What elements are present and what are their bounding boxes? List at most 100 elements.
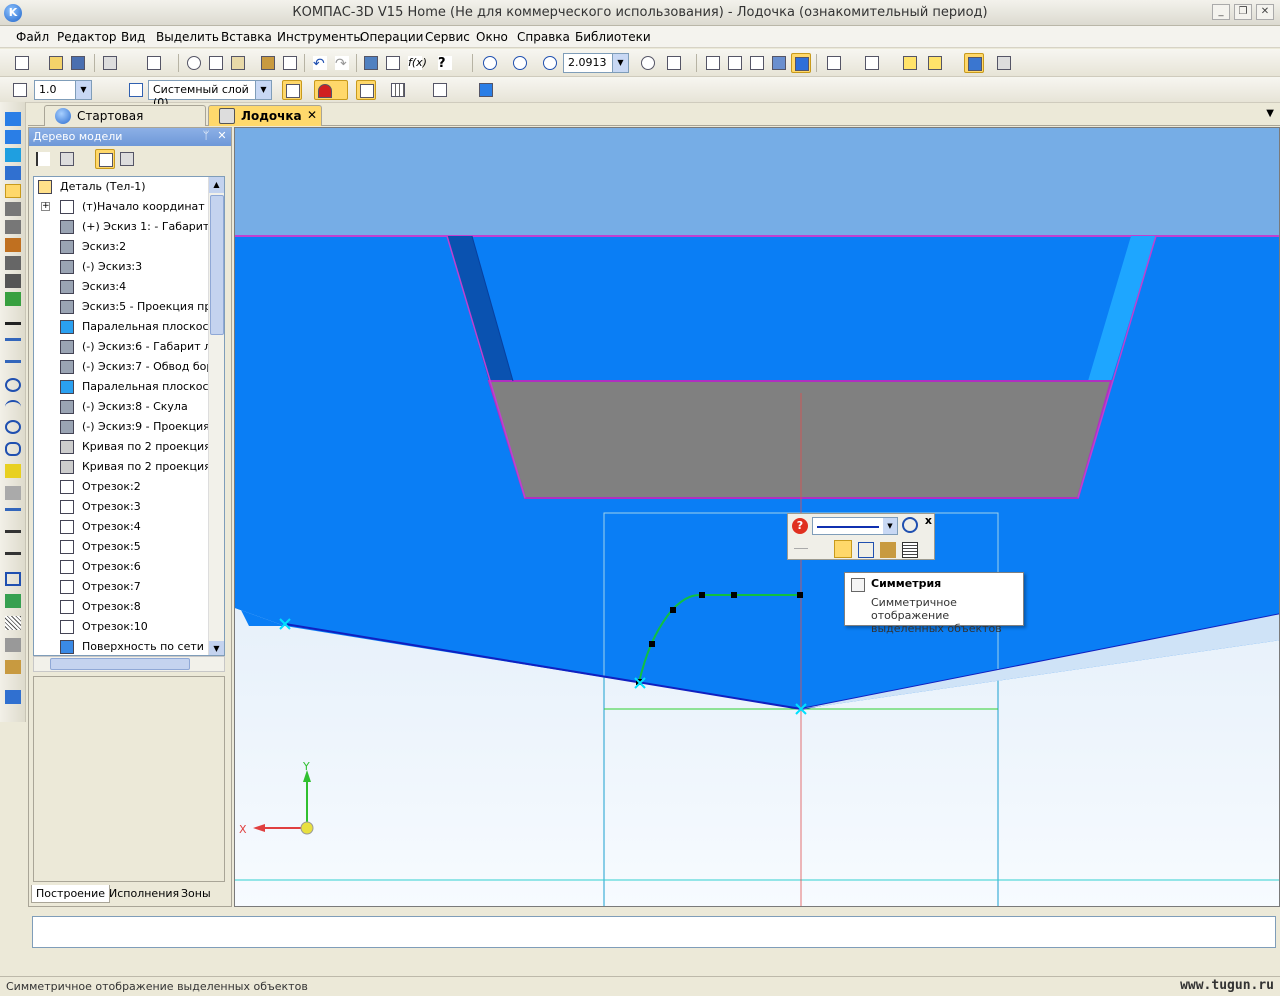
ortho-button[interactable] (356, 80, 376, 100)
zoom-all-button[interactable] (480, 53, 500, 73)
tab-start-page[interactable]: Стартовая страница (44, 105, 206, 137)
properties-brush-button[interactable] (258, 53, 278, 73)
new-file-button[interactable] (12, 53, 32, 73)
brush-icon[interactable] (880, 542, 896, 558)
paste-button[interactable] (228, 53, 248, 73)
view-cube-button[interactable] (476, 80, 496, 100)
close-tab-icon[interactable]: ✕ (307, 108, 317, 122)
tab-zones[interactable]: Зоны (177, 885, 215, 903)
close-icon[interactable]: x (925, 514, 932, 527)
spline-icon[interactable] (5, 442, 21, 456)
model-viewport[interactable]: X Y (234, 127, 1280, 907)
undo-button[interactable]: ↶ (310, 53, 330, 73)
filter-button[interactable] (824, 53, 844, 73)
measure-icon[interactable] (5, 220, 21, 234)
ellipse-icon[interactable] (5, 420, 21, 434)
manager-button[interactable] (361, 53, 381, 73)
options-button[interactable] (994, 53, 1014, 73)
layers-icon[interactable] (126, 80, 146, 100)
tree-list-icon[interactable] (117, 149, 137, 169)
expand-icon[interactable]: + (41, 202, 50, 211)
close-button[interactable]: ✕ (1256, 4, 1274, 20)
chevron-down-icon[interactable]: ▼ (75, 81, 91, 99)
zoom-combo[interactable]: 2.0913 ▼ (563, 53, 629, 73)
help-icon[interactable]: ? (792, 518, 808, 534)
assembly-button[interactable] (925, 53, 945, 73)
segment-icon[interactable] (5, 360, 21, 363)
parametrization-icon[interactable] (5, 292, 21, 306)
tab-list-chevron-icon[interactable]: ▼ (1266, 108, 1274, 119)
menu-view[interactable]: Вид (121, 30, 145, 44)
spline-points-icon[interactable] (5, 464, 21, 478)
copy-button[interactable] (206, 53, 226, 73)
select-filter-button[interactable] (862, 53, 882, 73)
chevron-down-icon[interactable]: ▼ (612, 54, 628, 72)
point-icon[interactable] (5, 322, 21, 325)
rotate-button[interactable] (638, 53, 658, 73)
thin-lines-button[interactable] (747, 53, 767, 73)
tree-vertical-scrollbar[interactable]: ▲ ▼ (208, 177, 224, 655)
cut-icon[interactable] (184, 53, 204, 73)
geometry-active-icon[interactable] (5, 184, 21, 198)
polyline-icon[interactable] (5, 486, 21, 500)
tree-horizontal-scrollbar[interactable] (33, 656, 225, 672)
spatial-curves-icon[interactable] (5, 130, 21, 144)
menu-select[interactable]: Выделить (156, 30, 219, 44)
orientation-button[interactable] (664, 53, 684, 73)
tree-structure-icon[interactable] (33, 149, 53, 169)
text-icon[interactable] (5, 274, 21, 288)
menu-edit[interactable]: Редактор (57, 30, 116, 44)
menu-window[interactable]: Окно (476, 30, 508, 44)
chevron-down-icon[interactable]: ▼ (255, 81, 271, 99)
insert-icon[interactable] (5, 594, 21, 608)
part-button[interactable] (900, 53, 920, 73)
open-file-button[interactable] (46, 53, 66, 73)
group-icon[interactable] (858, 542, 874, 558)
print-button[interactable] (100, 53, 120, 73)
preview-button[interactable] (144, 53, 164, 73)
line-style-combo[interactable]: ▼ (812, 517, 898, 535)
menu-file[interactable]: Файл (16, 30, 49, 44)
tree-view-mode-icon[interactable] (95, 149, 115, 169)
tab-construction[interactable]: Построение (31, 885, 111, 903)
tab-executions[interactable]: Исполнения (105, 885, 183, 903)
context-help-button[interactable]: ? (435, 53, 455, 73)
snap-magnet-button[interactable] (314, 80, 348, 100)
arc-icon[interactable] (5, 400, 21, 414)
zoom-in-button[interactable] (540, 53, 560, 73)
step-combo[interactable]: 1.0 ▼ (34, 80, 92, 100)
zoom-window-button[interactable] (510, 53, 530, 73)
brush-icon[interactable] (5, 660, 21, 674)
hatch-icon[interactable] (5, 616, 21, 630)
dimensions-icon[interactable] (5, 202, 21, 216)
command-input[interactable] (32, 916, 1276, 948)
contour-icon[interactable] (5, 638, 21, 652)
round-button[interactable] (430, 80, 450, 100)
arrays-icon[interactable] (5, 166, 21, 180)
variables-button[interactable] (383, 53, 403, 73)
zoom-icon[interactable] (902, 517, 918, 533)
redo-button[interactable]: ↷ (332, 53, 352, 73)
tree-sort-icon[interactable] (57, 149, 77, 169)
calculator-button[interactable] (280, 53, 300, 73)
restore-button[interactable]: ❐ (1234, 4, 1252, 20)
chevron-down-icon[interactable]: ▼ (883, 518, 897, 534)
sketch-mode-button[interactable] (282, 80, 302, 100)
halftone-outline-button[interactable] (791, 53, 811, 73)
menu-service[interactable]: Сервис (425, 30, 470, 44)
edit-part-icon[interactable] (5, 112, 21, 126)
close-icon[interactable]: ✕ (215, 129, 229, 143)
surfaces-icon[interactable] (5, 148, 21, 162)
active-mode-button[interactable] (964, 53, 984, 73)
chamfer-icon[interactable] (5, 530, 21, 533)
menu-insert[interactable]: Вставка (221, 30, 272, 44)
bezier-icon[interactable] (5, 508, 21, 511)
save-button[interactable] (68, 53, 88, 73)
collection-icon[interactable] (5, 690, 21, 704)
menu-help[interactable]: Справка (517, 30, 570, 44)
halftone-button[interactable] (769, 53, 789, 73)
menu-libraries[interactable]: Библиотеки (575, 30, 651, 44)
wireframe-button[interactable] (703, 53, 723, 73)
menu-tools[interactable]: Инструменты (277, 30, 363, 44)
auxiliary-line-icon[interactable] (5, 338, 21, 341)
